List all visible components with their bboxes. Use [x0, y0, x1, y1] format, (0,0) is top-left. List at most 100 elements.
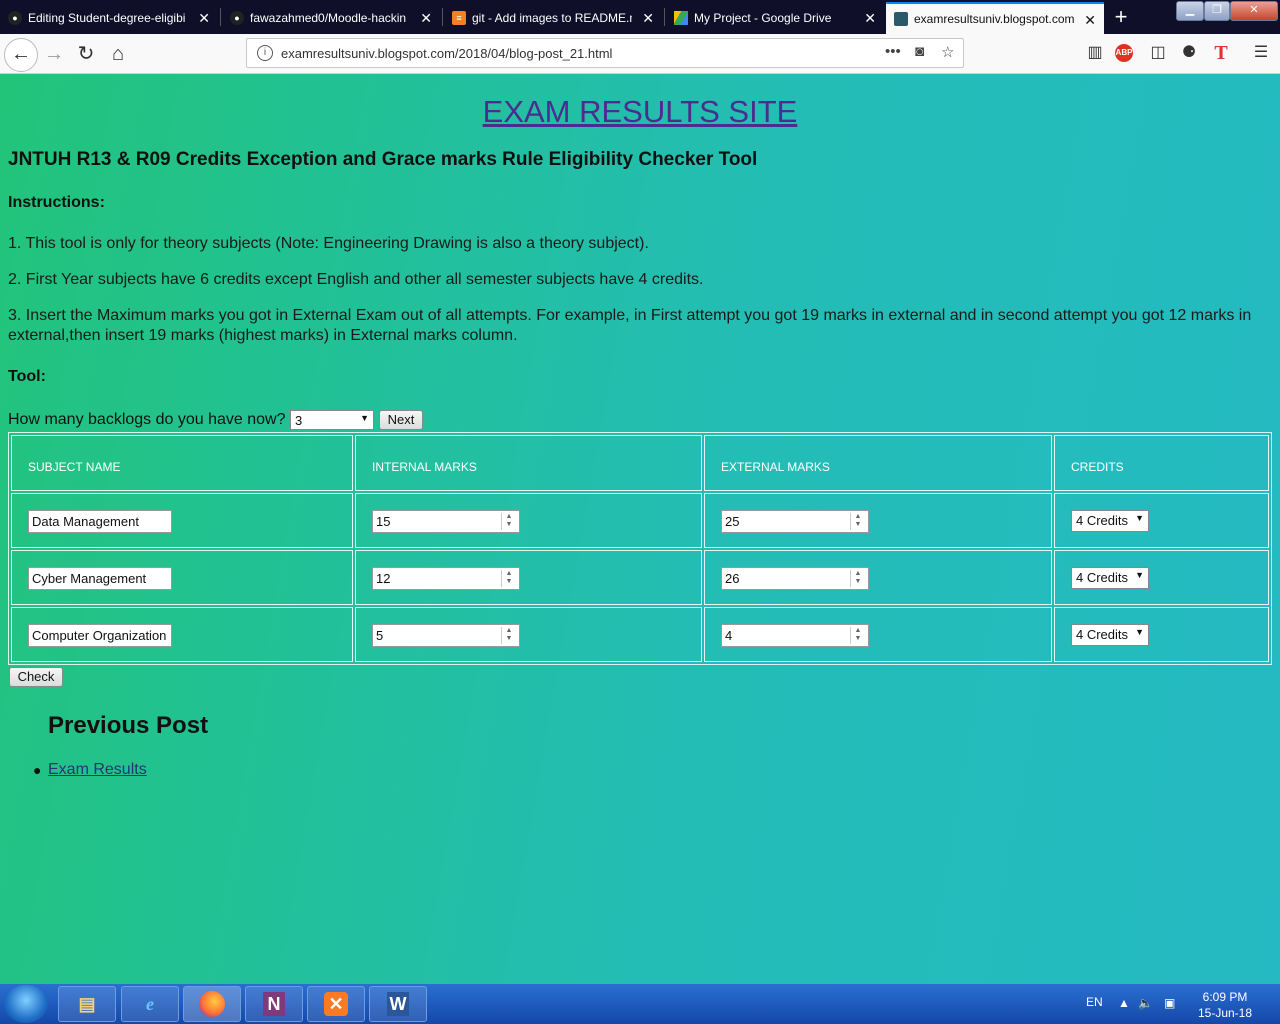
tab-google-drive[interactable]: My Project - Google Drive ✕ — [666, 2, 884, 34]
arrow-left-icon: ← — [11, 43, 31, 65]
tab-editing-student[interactable]: ● Editing Student-degree-eligibi ✕ — [0, 2, 218, 34]
google-drive-icon — [674, 11, 688, 25]
close-icon[interactable]: ✕ — [198, 10, 210, 27]
site-title-link[interactable]: EXAM RESULTS SITE — [0, 94, 1280, 130]
chevron-down-icon: ▼ — [1135, 570, 1144, 580]
check-button[interactable]: Check — [9, 667, 63, 687]
network-icon[interactable]: ▣ — [1164, 996, 1175, 1010]
adblock-icon[interactable]: ABP — [1115, 44, 1133, 62]
info-icon[interactable]: i — [257, 45, 273, 61]
clock-time[interactable]: 6:09 PM — [1196, 990, 1254, 1004]
firefox-icon[interactable] — [183, 986, 241, 1022]
onenote-icon[interactable]: N — [245, 986, 303, 1022]
extension-icon[interactable]: ⚈ — [1178, 42, 1200, 64]
internal-marks-input[interactable]: 12 ▲ ▼ — [372, 567, 520, 590]
close-icon[interactable]: ✕ — [420, 10, 432, 27]
url-text[interactable]: examresultsuniv.blogspot.com/2018/04/blo… — [281, 46, 612, 61]
window-close-button[interactable]: ✕ — [1230, 1, 1278, 21]
table-row-2-credits: 4 Credits ▼ — [1054, 550, 1269, 605]
close-icon[interactable]: ✕ — [1084, 12, 1096, 29]
spinner-icon[interactable]: ▲ ▼ — [850, 513, 865, 530]
pocket-icon[interactable]: ◙ — [915, 43, 924, 60]
internal-marks-input[interactable]: 5 ▲ ▼ — [372, 624, 520, 647]
credits-value: 4 Credits — [1076, 513, 1129, 528]
tab-title: fawazahmed0/Moodle-hackin — [250, 11, 407, 25]
spinner-icon[interactable]: ▲ ▼ — [501, 570, 516, 587]
internal-marks-input[interactable]: 15 ▲ ▼ — [372, 510, 520, 533]
table-row-2-internal: 12 ▲ ▼ — [355, 550, 702, 605]
reload-button[interactable]: ↻ — [72, 40, 100, 68]
subject-name-input[interactable]: Computer Organization — [28, 624, 172, 647]
internal-marks-value: 12 — [376, 571, 391, 586]
maximize-button[interactable]: ❐ — [1204, 1, 1230, 21]
tray-expand-icon[interactable]: ▲ — [1118, 996, 1130, 1010]
home-button[interactable]: ⌂ — [104, 40, 132, 68]
clock-date[interactable]: 15-Jun-18 — [1196, 1006, 1254, 1020]
next-button[interactable]: Next — [379, 410, 423, 430]
table-row-3-internal: 5 ▲ ▼ — [355, 607, 702, 662]
minimize-button[interactable]: ▁ — [1176, 1, 1204, 21]
bullet-icon: ● — [33, 762, 42, 778]
subject-name-input[interactable]: Data Management — [28, 510, 172, 533]
chevron-down-icon: ▼ — [1135, 513, 1144, 523]
external-marks-input[interactable]: 26 ▲ ▼ — [721, 567, 869, 590]
instructions-heading: Instructions: — [8, 194, 105, 211]
credits-select[interactable]: 4 Credits ▼ — [1071, 624, 1149, 646]
instruction-2: 2. First Year subjects have 6 credits ex… — [8, 271, 704, 288]
translate-t-icon[interactable]: T — [1210, 42, 1232, 64]
start-button[interactable] — [4, 985, 48, 1023]
url-bar[interactable]: i examresultsuniv.blogspot.com/2018/04/b… — [246, 38, 964, 68]
spinner-icon[interactable]: ▲ ▼ — [850, 570, 865, 587]
credits-value: 4 Credits — [1076, 570, 1129, 585]
table-row-3-credits: 4 Credits ▼ — [1054, 607, 1269, 662]
subject-name-input[interactable]: Cyber Management — [28, 567, 172, 590]
tab-moodle-hacking[interactable]: ● fawazahmed0/Moodle-hackin ✕ — [222, 2, 440, 34]
backlogs-select[interactable]: 3 ▼ — [290, 410, 374, 430]
tool-heading: Tool: — [8, 368, 46, 385]
header-label: EXTERNAL MARKS — [721, 460, 830, 474]
sidebar-icon[interactable]: ◫ — [1147, 42, 1169, 64]
table-row-1-external: 25 ▲ ▼ — [704, 493, 1052, 548]
spinner-icon[interactable]: ▲ ▼ — [850, 627, 865, 644]
close-icon[interactable]: ✕ — [642, 10, 654, 27]
tab-title: git - Add images to README.m — [472, 11, 632, 25]
reload-icon: ↻ — [77, 43, 95, 65]
file-explorer-icon[interactable]: ▤ — [58, 986, 116, 1022]
internal-marks-value: 15 — [376, 514, 391, 529]
credits-select[interactable]: 4 Credits ▼ — [1071, 567, 1149, 589]
header-subject: SUBJECT NAME — [11, 435, 353, 491]
page-actions-icon[interactable]: ••• — [885, 43, 901, 60]
close-icon[interactable]: ✕ — [864, 10, 876, 27]
github-icon: ● — [8, 11, 22, 25]
github-icon: ● — [230, 11, 244, 25]
xampp-icon[interactable]: ✕ — [307, 986, 365, 1022]
back-button[interactable]: ← — [4, 38, 38, 72]
table-row-1-internal: 15 ▲ ▼ — [355, 493, 702, 548]
spinner-icon[interactable]: ▲ ▼ — [501, 627, 516, 644]
internet-explorer-icon[interactable]: e — [121, 986, 179, 1022]
backlogs-question: How many backlogs do you have now? — [8, 411, 286, 428]
internal-marks-value: 5 — [376, 628, 384, 643]
word-icon[interactable]: W — [369, 986, 427, 1022]
instruction-1: 1. This tool is only for theory subjects… — [8, 235, 649, 252]
previous-post-heading: Previous Post — [48, 712, 209, 739]
table-row-1-credits: 4 Credits ▼ — [1054, 493, 1269, 548]
tab-exam-results[interactable]: examresultsuniv.blogspot.com ✕ — [886, 2, 1104, 34]
header-external: EXTERNAL MARKS — [704, 435, 1052, 491]
bookmark-star-icon[interactable]: ☆ — [941, 43, 954, 61]
arrow-right-icon: → — [44, 43, 64, 65]
previous-post-link[interactable]: Exam Results — [48, 761, 147, 779]
external-marks-input[interactable]: 4 ▲ ▼ — [721, 624, 869, 647]
volume-icon[interactable]: 🔈 — [1138, 996, 1153, 1010]
menu-icon[interactable]: ☰ — [1250, 42, 1272, 64]
spinner-icon[interactable]: ▲ ▼ — [501, 513, 516, 530]
forward-button[interactable]: → — [40, 40, 68, 68]
language-indicator[interactable]: EN — [1086, 995, 1103, 1009]
library-icon[interactable]: ▥ — [1084, 42, 1106, 64]
new-tab-button[interactable]: + — [1108, 4, 1134, 30]
tab-title: examresultsuniv.blogspot.com — [914, 12, 1074, 26]
credits-select[interactable]: 4 Credits ▼ — [1071, 510, 1149, 532]
external-marks-input[interactable]: 25 ▲ ▼ — [721, 510, 869, 533]
page-heading: JNTUH R13 & R09 Credits Exception and Gr… — [8, 149, 758, 170]
tab-git-readme[interactable]: ≡ git - Add images to README.m ✕ — [444, 2, 662, 34]
